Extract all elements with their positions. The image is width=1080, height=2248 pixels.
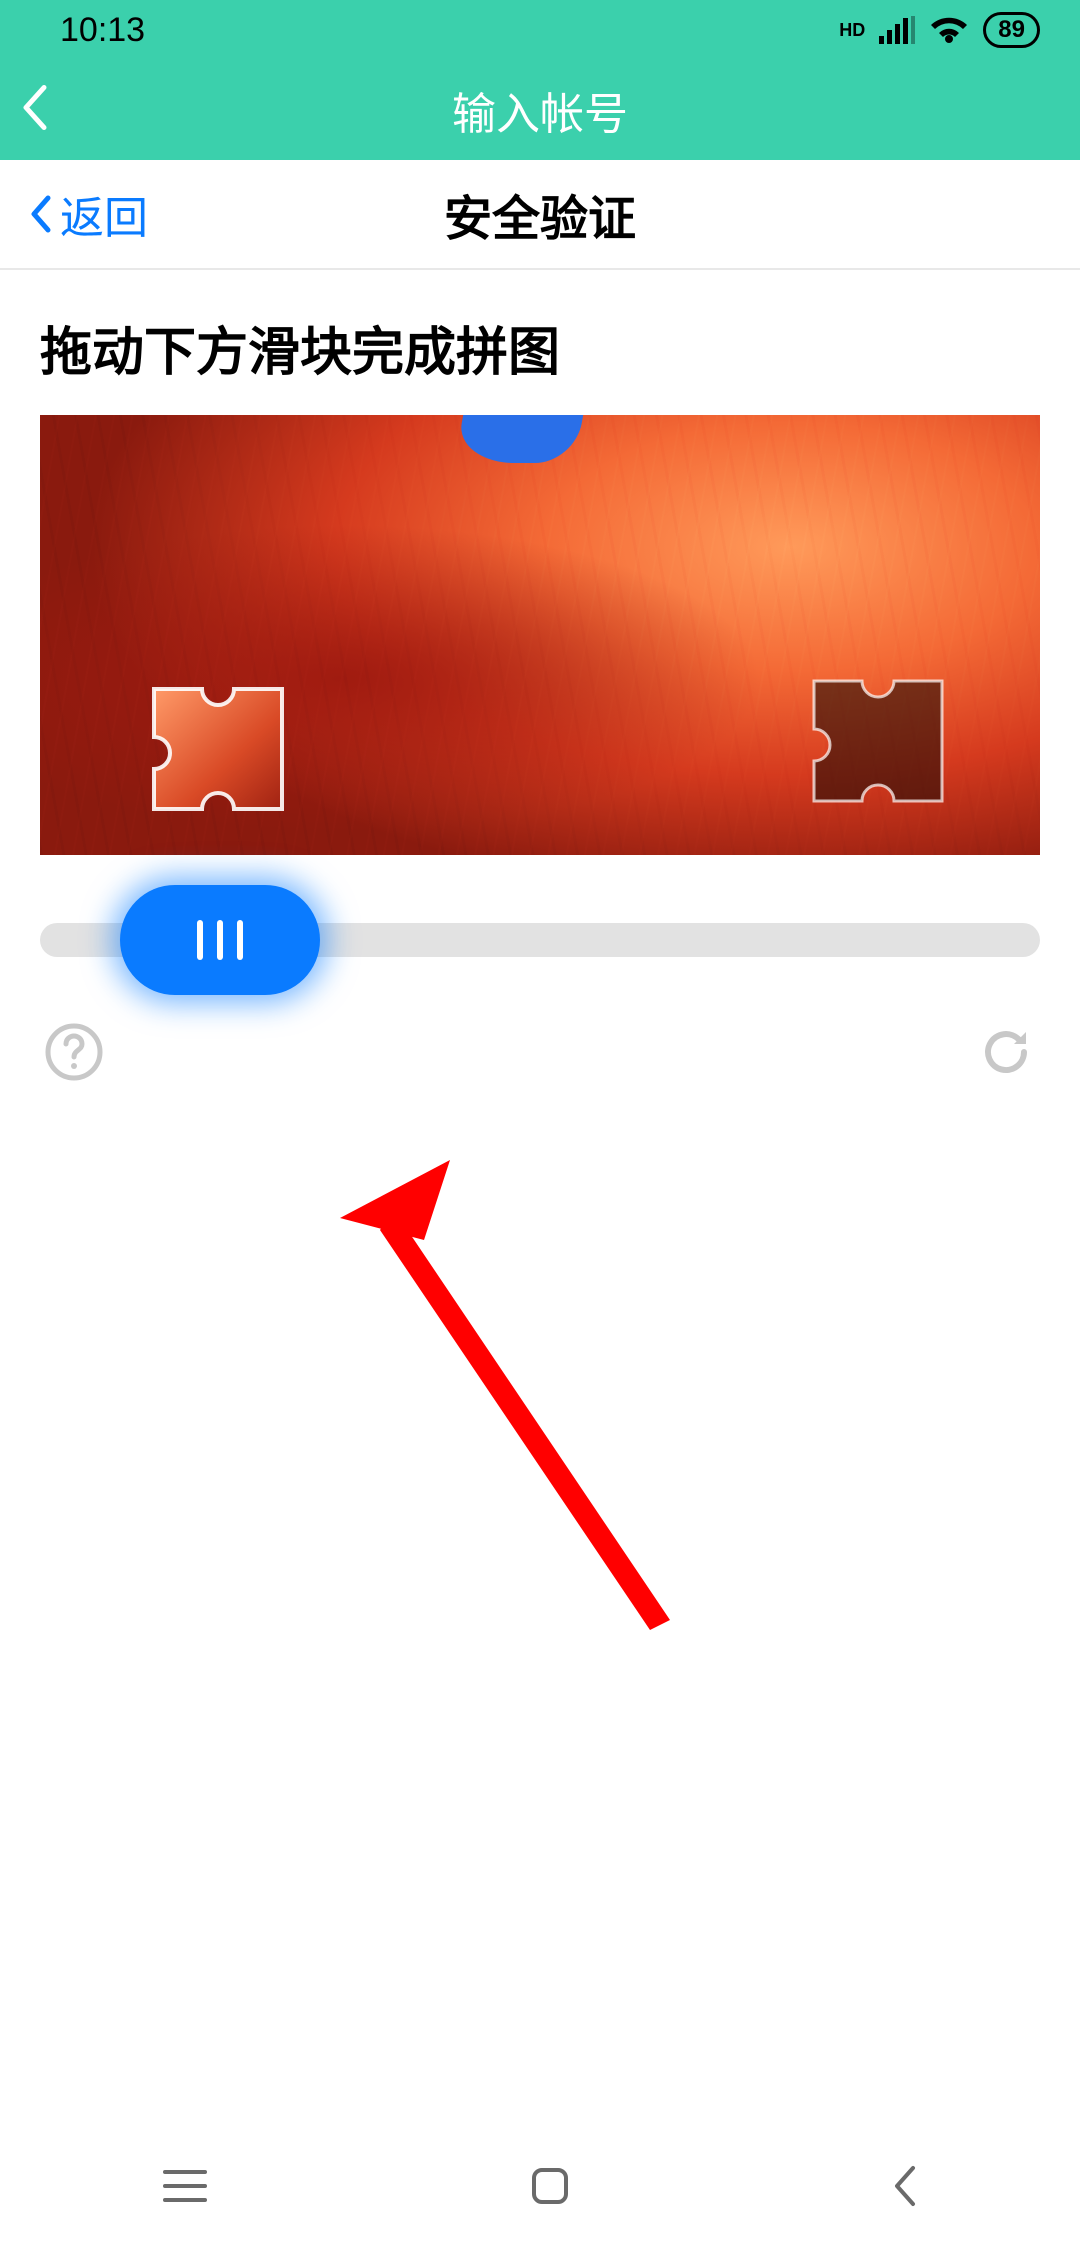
sub-header: 返回 安全验证 — [0, 160, 1080, 270]
refresh-icon — [976, 1022, 1036, 1082]
nav-back-button[interactable] — [891, 2164, 919, 2213]
captcha-image — [40, 415, 1040, 855]
status-right: HD 89 — [839, 12, 1040, 48]
app-header-title: 输入帐号 — [452, 78, 628, 142]
android-nav-bar — [0, 2128, 1080, 2248]
captcha-sky-patch — [455, 415, 586, 463]
captcha-puzzle-slot — [810, 677, 946, 805]
nav-home-button[interactable] — [530, 2166, 570, 2211]
grip-bar-icon — [197, 920, 203, 960]
refresh-button[interactable] — [974, 1020, 1038, 1084]
sub-header-title: 安全验证 — [444, 179, 636, 249]
menu-icon — [161, 2166, 209, 2206]
captcha-icon-row — [42, 1020, 1038, 1084]
chevron-left-icon — [20, 84, 48, 132]
sub-back-button[interactable]: 返回 — [30, 182, 148, 246]
captcha-instruction: 拖动下方滑块完成拼图 — [40, 310, 1040, 385]
captcha-puzzle-piece[interactable] — [150, 685, 286, 813]
signal-icon — [879, 16, 915, 44]
status-bar: 10:13 HD 89 — [0, 0, 1080, 60]
app-header: 输入帐号 — [0, 60, 1080, 160]
captcha-slider — [40, 885, 1040, 995]
grip-bar-icon — [237, 920, 243, 960]
status-time: 10:13 — [60, 11, 145, 50]
help-button[interactable] — [42, 1020, 106, 1084]
grip-bar-icon — [217, 920, 223, 960]
square-icon — [530, 2166, 570, 2206]
annotation-arrow-icon — [340, 1160, 680, 1630]
battery-indicator: 89 — [983, 12, 1040, 48]
chevron-left-icon — [30, 194, 52, 234]
sub-back-label: 返回 — [60, 182, 148, 246]
question-circle-icon — [44, 1022, 104, 1082]
nav-recent-button[interactable] — [161, 2166, 209, 2211]
hd-indicator: HD — [839, 21, 865, 39]
captcha-content: 拖动下方滑块完成拼图 — [0, 270, 1080, 1124]
wifi-icon — [929, 15, 969, 45]
chevron-left-icon — [891, 2164, 919, 2208]
app-back-button[interactable] — [20, 84, 48, 137]
slider-handle[interactable] — [120, 885, 320, 995]
